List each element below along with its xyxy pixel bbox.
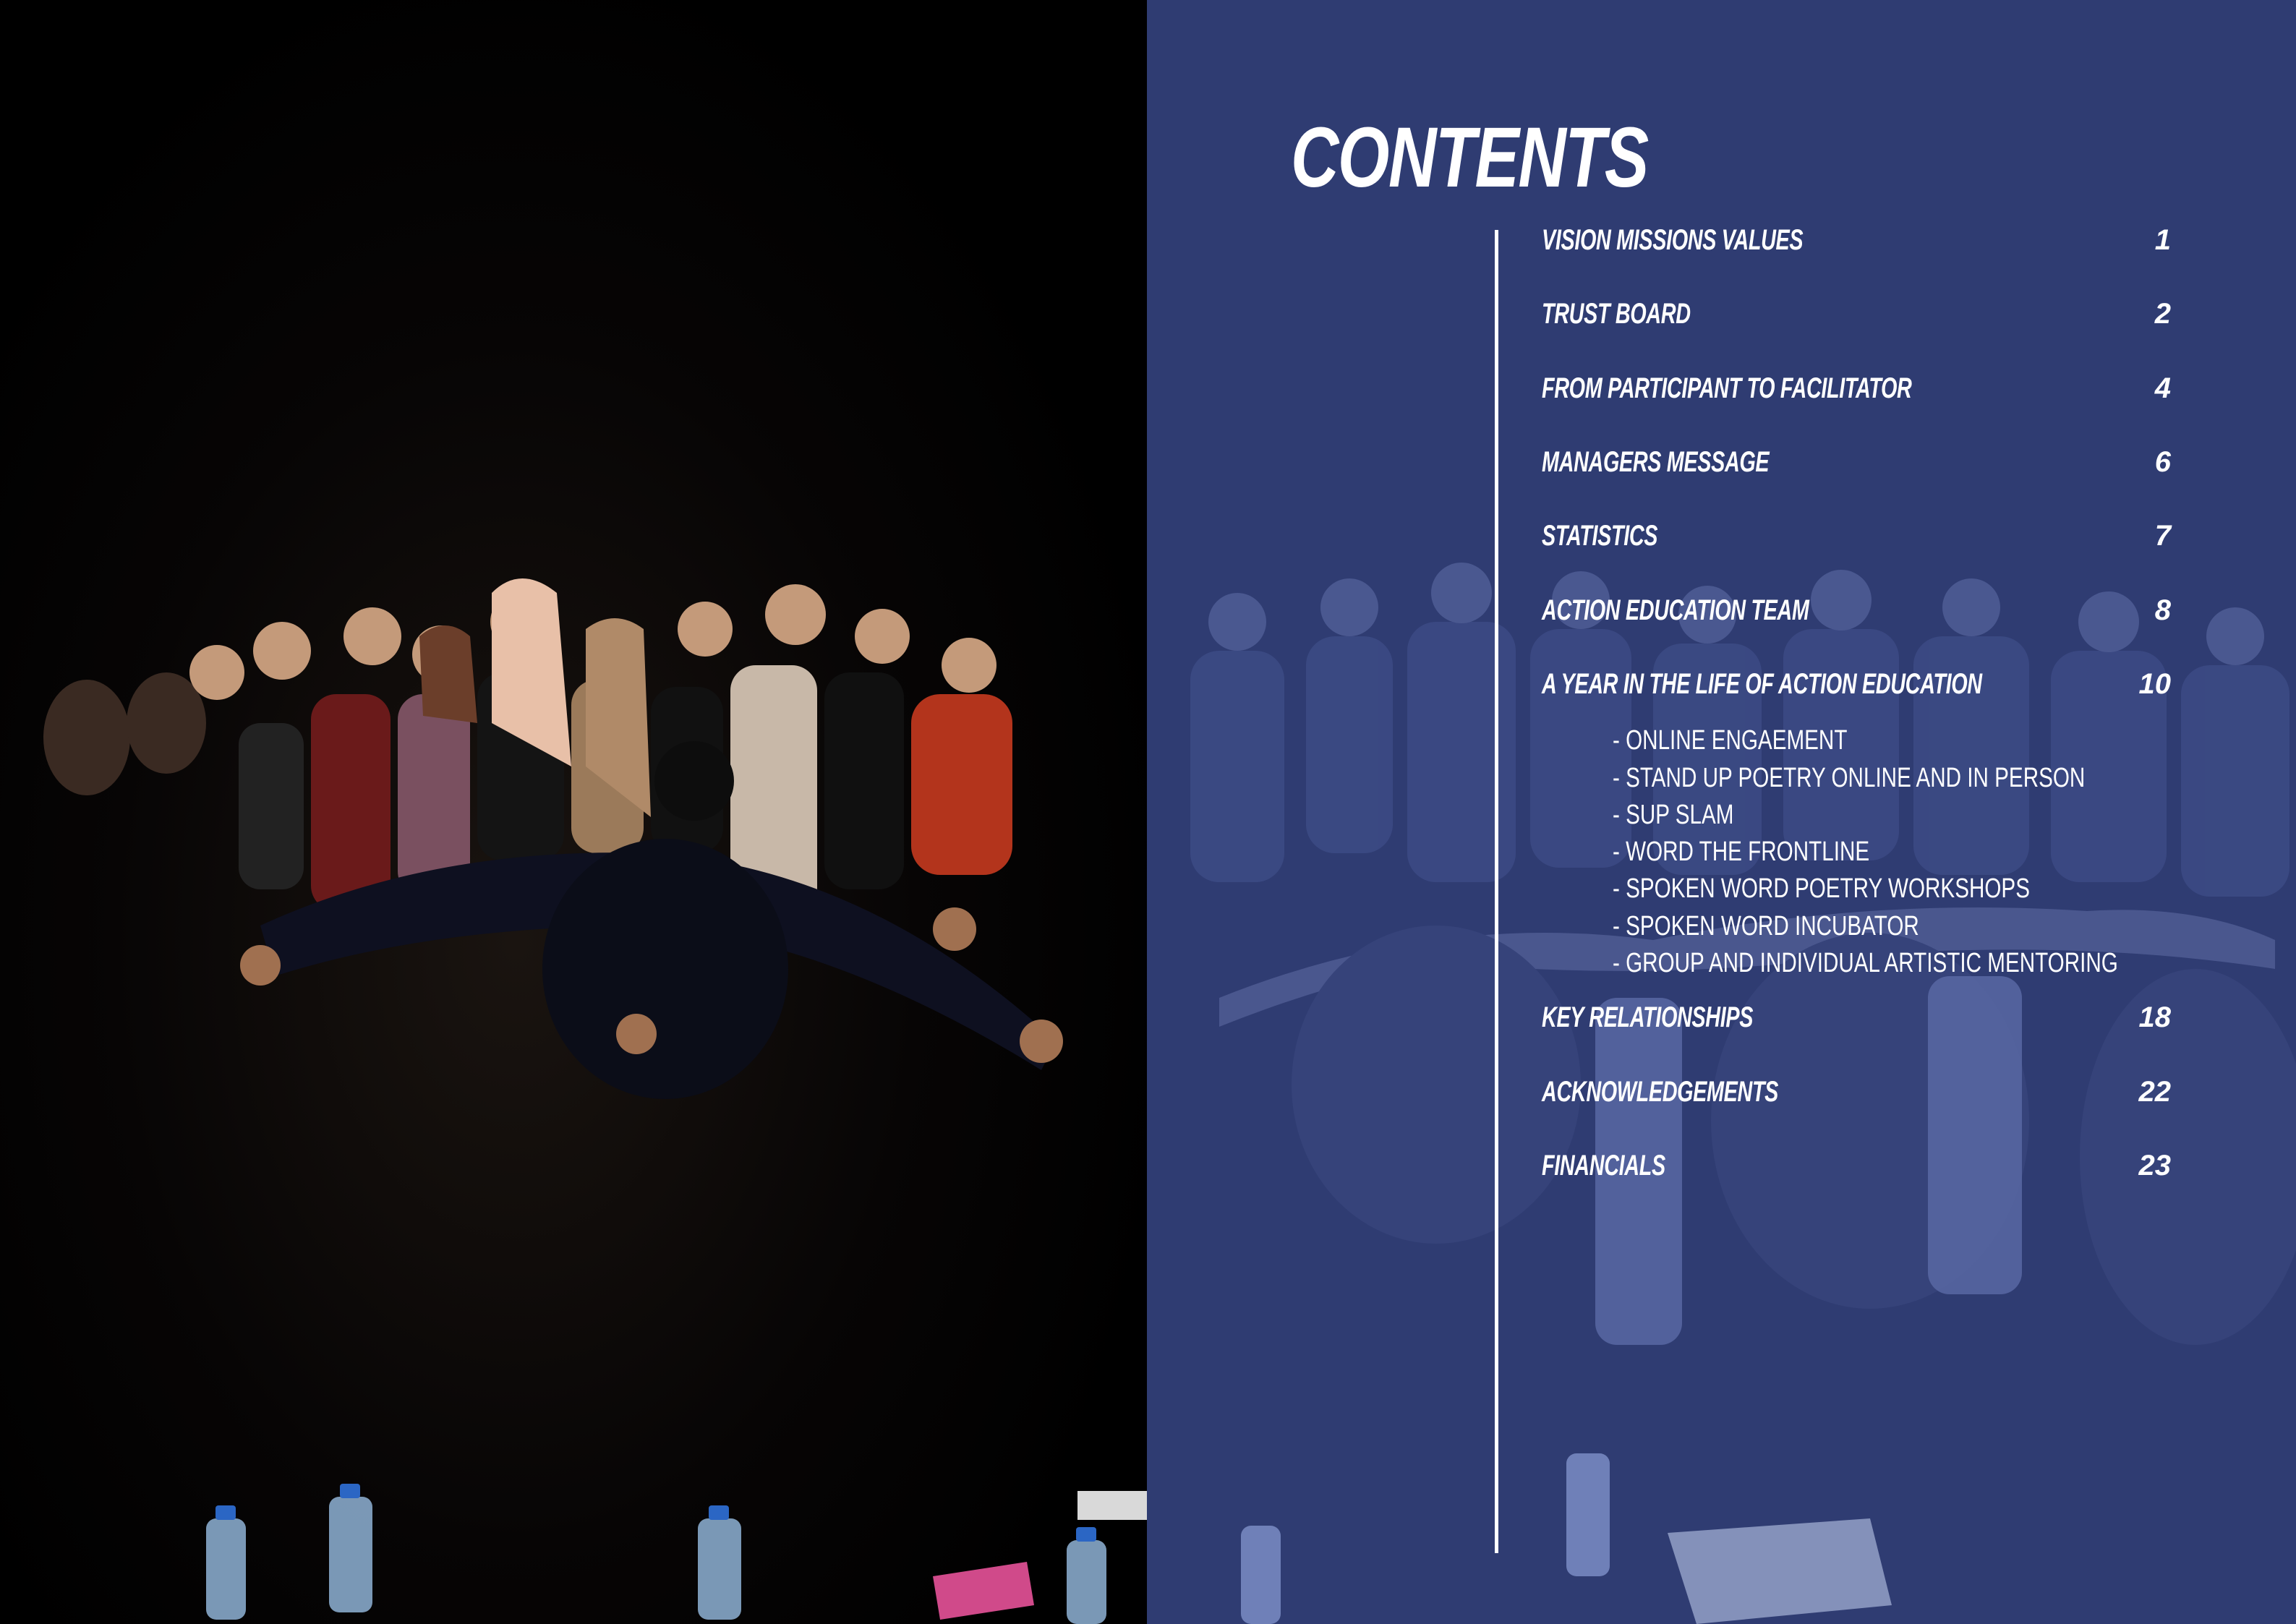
toc-divider-line [1495,230,1498,1553]
toc-item-label: FINANCIALS [1542,1150,1665,1181]
toc-item-page: 22 [2138,1076,2172,1108]
toc-item-label: VISION MISSIONS VALUES [1542,224,1804,256]
toc-item-label: TRUST BOARD [1542,298,1691,330]
toc-item[interactable]: TRUST BOARD 2 [1542,298,2171,341]
toc-item-page: 18 [2138,1001,2172,1033]
toc-item[interactable]: FROM PARTICIPANT TO FACILITATOR 4 [1542,372,2171,416]
toc-subitem[interactable]: - SPOKEN WORD POETRY WORKSHOPS [1613,873,2030,905]
group-photo-left [0,0,1147,1624]
toc-item-label: ACKNOWLEDGEMENTS [1542,1076,1779,1108]
toc-item-page: 1 [2154,224,2171,256]
toc-item-label: ACTION EDUCATION TEAM [1542,594,1809,626]
toc-item[interactable]: MANAGERS MESSAGE 6 [1542,446,2171,490]
toc-item-page: 10 [2138,668,2172,700]
toc-item[interactable]: A YEAR IN THE LIFE OF ACTION EDUCATION 1… [1542,668,2171,711]
toc-item-label: MANAGERS MESSAGE [1542,446,1770,478]
toc-item-page: 7 [2154,520,2171,552]
toc-item[interactable]: KEY RELATIONSHIPS 18 [1542,1001,2171,1045]
toc-item-page: 23 [2138,1150,2172,1181]
toc-item[interactable]: ACKNOWLEDGEMENTS 22 [1542,1076,2171,1119]
toc-subitem[interactable]: - SUP SLAM [1613,800,1733,831]
toc-item-page: 6 [2154,446,2171,478]
toc-item-label: FROM PARTICIPANT TO FACILITATOR [1542,372,1912,404]
toc-item[interactable]: ACTION EDUCATION TEAM 8 [1542,594,2171,638]
toc-subitem[interactable]: - GROUP AND INDIVIDUAL ARTISTIC MENTORIN… [1613,948,2118,979]
toc-item-page: 2 [2154,298,2171,330]
toc-subitem[interactable]: - WORD THE FRONTLINE [1613,837,1869,868]
toc-item-label: A YEAR IN THE LIFE OF ACTION EDUCATION [1542,668,1982,700]
toc-subitem[interactable]: - SPOKEN WORD INCUBATOR [1613,911,1919,942]
toc-item-page: 4 [2154,372,2171,404]
toc-item-label: STATISTICS [1542,520,1658,552]
toc-subitem[interactable]: - ONLINE ENGAEMENT [1613,725,1847,756]
toc-item[interactable]: FINANCIALS 23 [1542,1150,2171,1193]
toc-item[interactable]: VISION MISSIONS VALUES 1 [1542,224,2171,268]
toc-subitem[interactable]: - STAND UP POETRY ONLINE AND IN PERSON [1613,763,2085,794]
toc-item[interactable]: STATISTICS 7 [1542,520,2171,563]
toc-item-page: 8 [2154,594,2171,626]
page-title: CONTENTS [1291,110,1649,205]
photo-illustration [43,578,1147,1624]
toc-item-label: KEY RELATIONSHIPS [1542,1001,1754,1033]
